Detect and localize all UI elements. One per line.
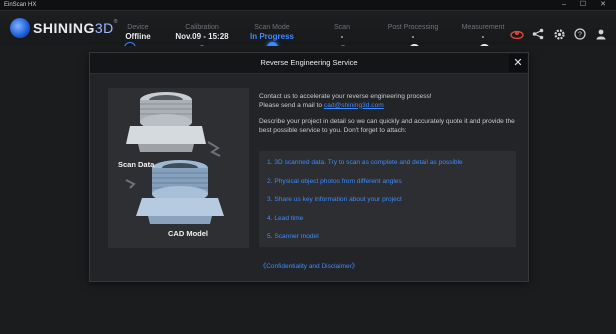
step-value: Nov.09 - 15:28 [175,32,229,41]
record-icon[interactable] [510,27,524,41]
workflow-header: SHINING3D ® Device Offline Calibration N… [0,11,616,55]
step-label: Scan Mode [254,24,290,31]
header-toolbar: ? [510,27,608,41]
step-label: Scan [334,24,350,31]
list-item: 5. Scanner model [267,233,319,240]
step-value: - [411,32,415,41]
help-icon[interactable]: ? [573,27,587,41]
settings-icon[interactable] [552,27,566,41]
list-item: 4. Lead time [267,215,304,222]
list-item: 1. 3D scanned data. Try to scan as compl… [267,159,463,166]
step-post-processing[interactable]: Post Processing - [373,23,453,42]
logo-mark-icon [10,18,30,38]
window-title: EinScan HX [4,2,37,8]
attachment-checklist: 1. 3D scanned data. Try to scan as compl… [259,151,516,247]
dialog-header: Reverse Engineering Service ✕ [90,53,528,74]
describe-text: Describe your project in detail so we ca… [259,118,515,134]
reverse-engineering-dialog: Reverse Engineering Service ✕ Scan Data … [89,52,529,282]
disclaimer-link[interactable]: 《Confidentiality and Disclaimer》 [90,260,528,270]
svg-text:?: ? [578,32,582,39]
step-scan-mode[interactable]: Scan Mode In Progress [232,23,312,42]
user-icon[interactable] [594,27,608,41]
email-link[interactable]: cad@shining3d.com [324,102,384,109]
step-scan[interactable]: Scan - [302,23,382,42]
window-titlebar: EinScan HX – ☐ ✕ [0,0,616,11]
step-label: Calibration [185,24,219,31]
step-calibration[interactable]: Calibration Nov.09 - 15:28 [162,23,242,42]
share-icon[interactable] [531,27,545,41]
step-value: In Progress [249,32,294,41]
dialog-body-text: Contact us to accelerate your reverse en… [259,93,519,135]
window-controls[interactable]: – ☐ ✕ [562,0,612,10]
close-button[interactable]: ✕ [509,54,527,72]
step-value: - [340,32,344,41]
scan-to-cad-illustration: Scan Data CAD Model [108,88,249,248]
cad-model-caption: CAD Model [168,229,208,238]
dialog-title: Reverse Engineering Service [260,58,358,67]
step-label: Post Processing [387,24,439,31]
mail-instruction: Please send a mail to cad@shining3d.com [259,101,384,109]
intro-text: Contact us to accelerate your reverse en… [259,93,432,100]
scan-data-caption: Scan Data [118,160,155,169]
list-item: 3. Share us key information about your p… [267,196,402,203]
list-item: 2. Physical object photos from different… [267,178,402,185]
